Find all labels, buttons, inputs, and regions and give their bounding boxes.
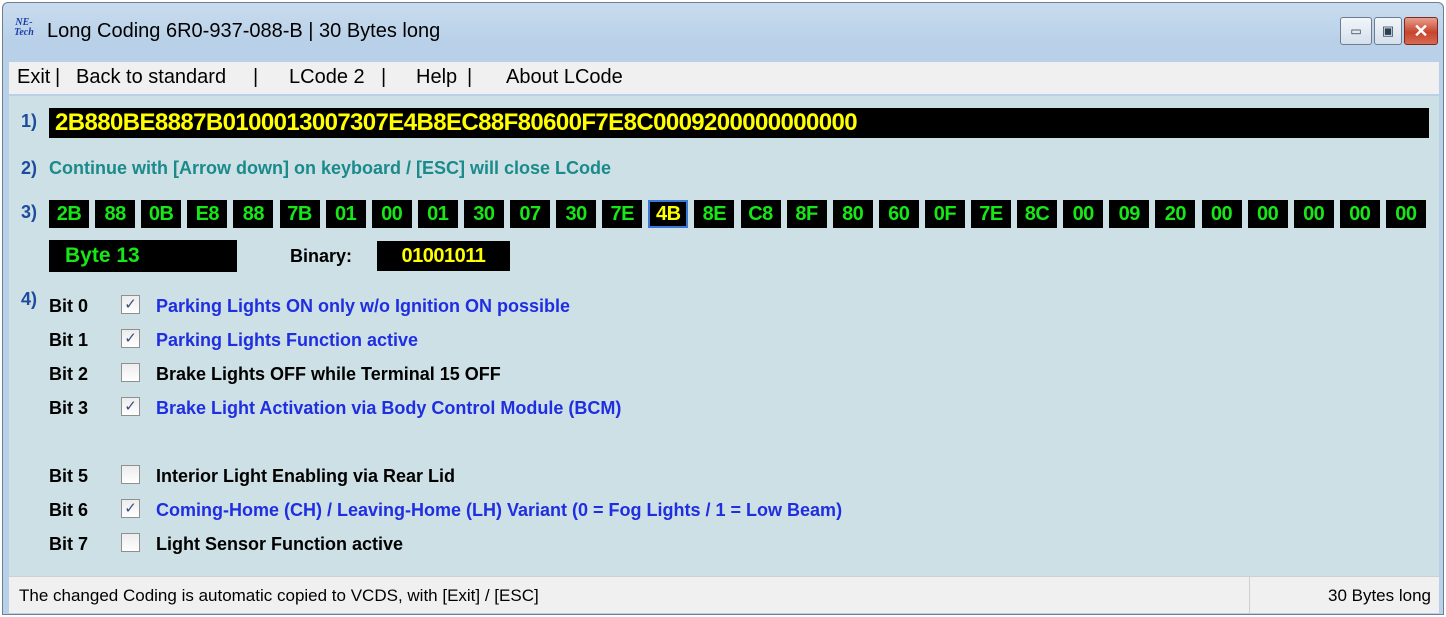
menu-bar: Exit | Back to standard | LCode 2 | Help…: [9, 62, 1439, 94]
menu-separator: |: [467, 66, 473, 88]
coding-string-field[interactable]: 2B880BE8887B0100013007307E4B8EC88F80600F…: [49, 108, 1429, 138]
byte-cell[interactable]: 00: [1201, 200, 1242, 228]
byte-cell[interactable]: 30: [463, 200, 504, 228]
byte-cell[interactable]: 8E: [694, 200, 735, 228]
bit-description[interactable]: Parking Lights ON only w/o Ignition ON p…: [156, 296, 570, 317]
coding-panel: 1) 2B880BE8887B0100013007307E4B8EC88F806…: [9, 96, 1439, 576]
menu-lcode-2[interactable]: LCode 2: [289, 66, 365, 89]
bit-checkbox[interactable]: [121, 465, 140, 484]
bit-label: Bit 3: [49, 398, 89, 418]
byte-cell[interactable]: C8: [740, 200, 781, 228]
byte-cell[interactable]: 01: [325, 200, 366, 228]
byte-cell[interactable]: 00: [1385, 200, 1426, 228]
byte-cell[interactable]: 00: [1063, 200, 1104, 228]
byte-cell[interactable]: 7B: [279, 200, 320, 228]
lcode-window: NE- Tech Long Coding 6R0-937-088-B | 30 B…: [2, 2, 1444, 615]
bit-label: Bit 5: [49, 466, 89, 486]
bit-description[interactable]: Parking Lights Function active: [156, 330, 418, 351]
bit-description[interactable]: Brake Light Activation via Body Control …: [156, 398, 621, 419]
close-button[interactable]: ✕: [1404, 17, 1438, 45]
byte-cell[interactable]: 00: [371, 200, 412, 228]
byte-cell[interactable]: 4B: [648, 200, 689, 228]
byte-cell[interactable]: 20: [1155, 200, 1196, 228]
byte-cell[interactable]: 88: [233, 200, 274, 228]
status-divider: [1249, 577, 1250, 613]
byte-cell[interactable]: 0F: [924, 200, 965, 228]
menu-help[interactable]: Help: [416, 66, 457, 89]
bit-checkbox[interactable]: ✓: [121, 329, 140, 348]
bit-checkbox[interactable]: ✓: [121, 397, 140, 416]
bit-description[interactable]: Interior Light Enabling via Rear Lid: [156, 466, 455, 487]
bit-label: Bit 7: [49, 534, 89, 554]
checkmark-icon: ✓: [124, 500, 137, 517]
bit-label: Bit 0: [49, 296, 89, 316]
byte-cell[interactable]: 30: [556, 200, 597, 228]
binary-label: Binary:: [290, 246, 353, 266]
menu-about-lcode[interactable]: About LCode: [506, 66, 623, 89]
minimize-icon: ▭: [1350, 24, 1362, 38]
byte-cell[interactable]: 00: [1293, 200, 1334, 228]
byte-cell[interactable]: 7E: [971, 200, 1011, 228]
menu-back-to-standard[interactable]: Back to standard: [76, 66, 226, 89]
byte-cell[interactable]: 00: [1247, 200, 1288, 228]
app-logo-icon: NE- Tech: [14, 17, 34, 38]
bit-checkbox[interactable]: [121, 363, 140, 382]
status-bar: The changed Coding is automatic copied t…: [9, 576, 1439, 613]
menu-exit[interactable]: Exit: [17, 66, 50, 89]
menu-separator: |: [253, 66, 259, 88]
bit-label: Bit 2: [49, 364, 89, 384]
step-2-label: 2): [21, 158, 38, 178]
byte-cell[interactable]: 01: [417, 200, 458, 228]
status-size: 30 Bytes long: [1327, 586, 1431, 605]
title-bar[interactable]: NE- Tech Long Coding 6R0-937-088-B | 30 B…: [3, 3, 1443, 59]
checkmark-icon: ✓: [124, 398, 137, 415]
byte-cell[interactable]: 8C: [1017, 200, 1058, 228]
keyboard-hint: Continue with [Arrow down] on keyboard /…: [49, 158, 612, 178]
binary-value: 01001011: [377, 241, 510, 271]
byte-cell[interactable]: 00: [1339, 200, 1380, 228]
step-4-label: 4): [21, 289, 38, 309]
minimize-button[interactable]: ▭: [1340, 17, 1372, 45]
maximize-icon: ▣: [1381, 23, 1395, 38]
byte-cell[interactable]: 7E: [602, 200, 643, 228]
bit-description[interactable]: Coming-Home (CH) / Leaving-Home (LH) Var…: [156, 500, 842, 521]
bit-label: Bit 6: [49, 500, 89, 520]
close-icon: ✕: [1413, 20, 1429, 41]
step-1-label: 1): [21, 111, 38, 131]
bit-label: Bit 1: [49, 330, 89, 350]
byte-cell[interactable]: E8: [187, 200, 228, 228]
step-3-label: 3): [21, 202, 38, 222]
bit-checkbox[interactable]: ✓: [121, 295, 140, 314]
byte-cell[interactable]: 2B: [49, 200, 89, 228]
selected-byte-label: Byte 13: [49, 240, 237, 272]
byte-cell[interactable]: 0B: [141, 200, 182, 228]
bit-checkbox[interactable]: [121, 533, 140, 552]
menu-separator: |: [381, 66, 387, 88]
byte-cell[interactable]: 88: [95, 200, 136, 228]
byte-cell[interactable]: 09: [1109, 200, 1150, 228]
checkmark-icon: ✓: [124, 296, 137, 313]
byte-cell[interactable]: 60: [878, 200, 919, 228]
bit-description[interactable]: Light Sensor Function active: [156, 534, 403, 555]
bit-checkbox[interactable]: ✓: [121, 499, 140, 518]
menu-separator: |: [55, 66, 61, 88]
byte-cell[interactable]: 80: [832, 200, 873, 228]
maximize-button[interactable]: ▣: [1374, 17, 1402, 45]
window-title: Long Coding 6R0-937-088-B | 30 Bytes lon…: [47, 20, 441, 42]
status-message: The changed Coding is automatic copied t…: [19, 586, 539, 605]
checkmark-icon: ✓: [124, 330, 137, 347]
byte-cell[interactable]: 07: [510, 200, 550, 228]
byte-cell[interactable]: 8F: [786, 200, 827, 228]
bit-description[interactable]: Brake Lights OFF while Terminal 15 OFF: [156, 364, 501, 385]
